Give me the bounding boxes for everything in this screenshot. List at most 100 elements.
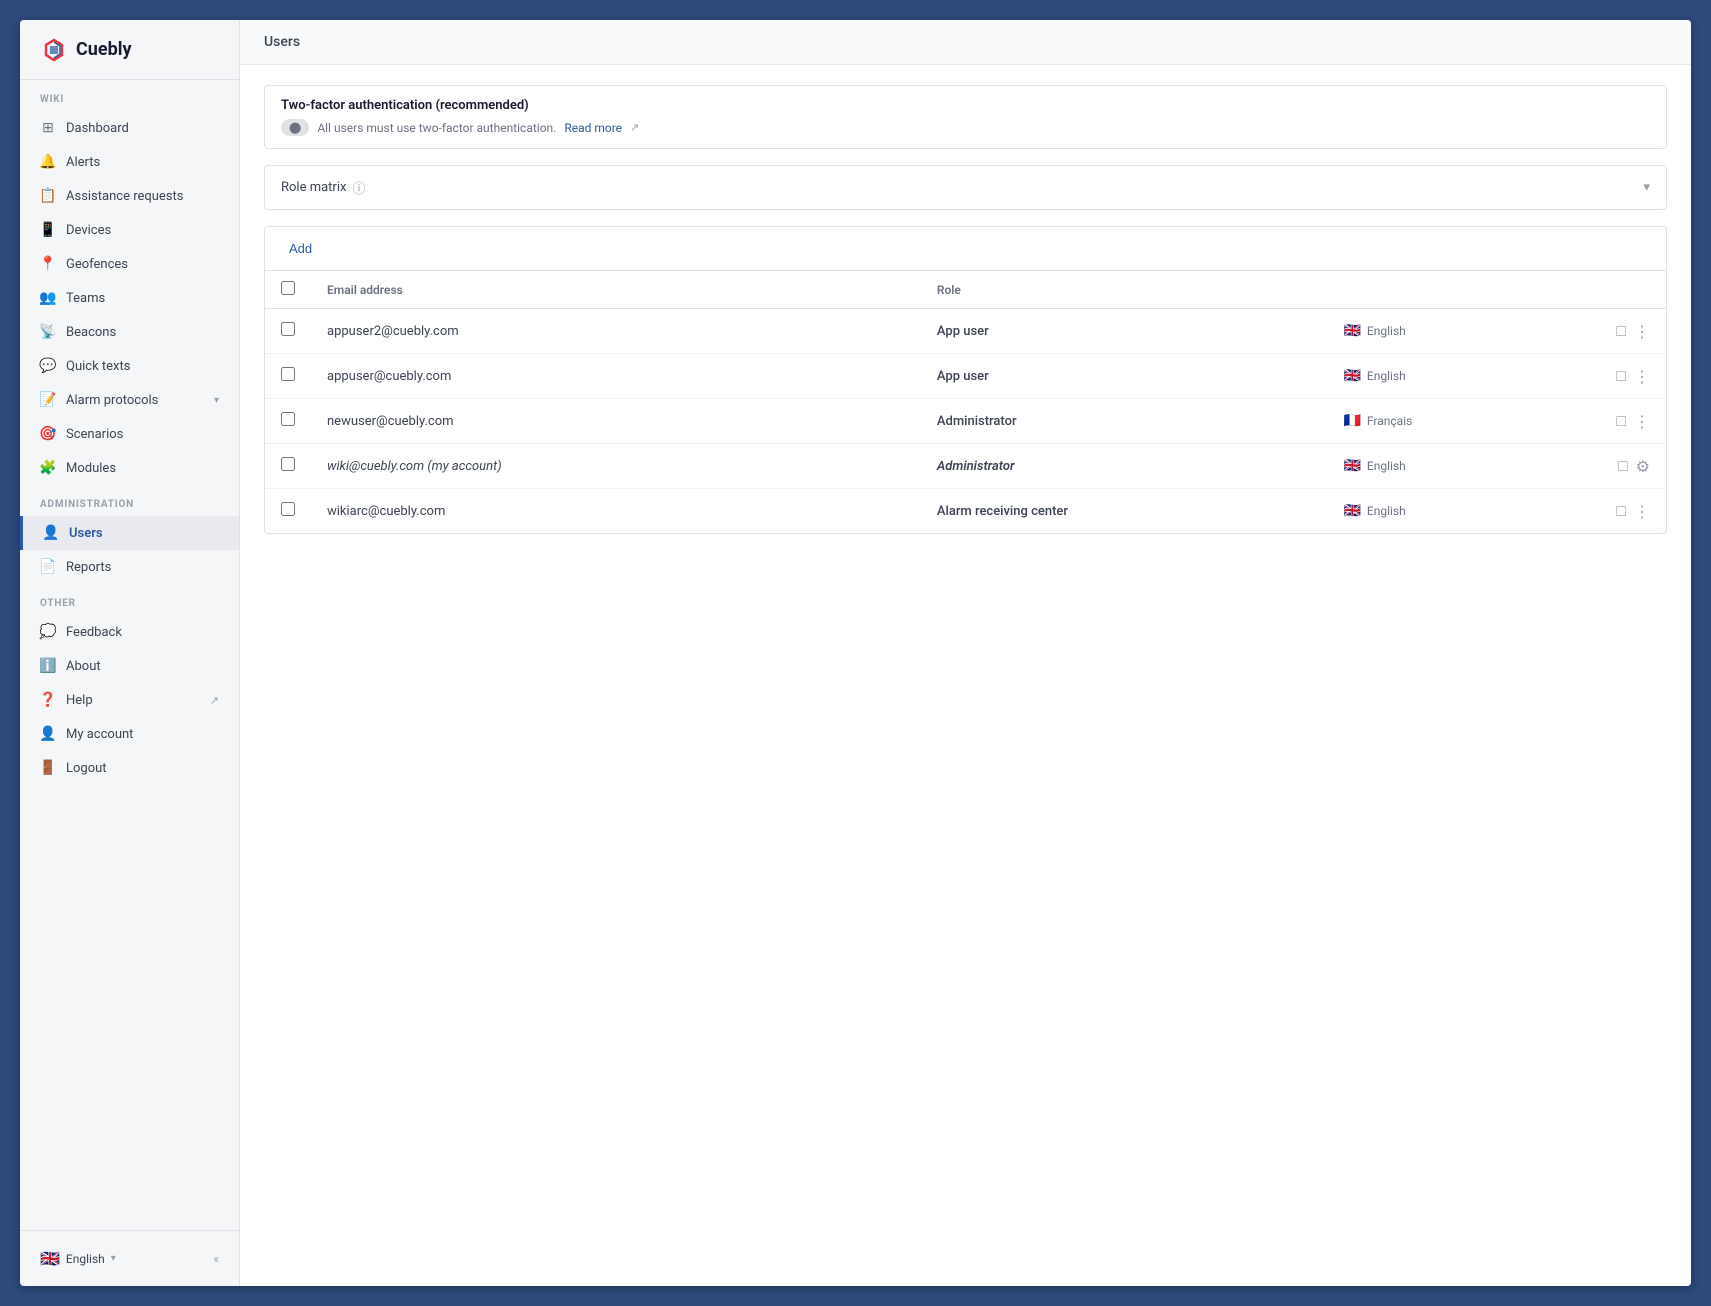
alerts-icon: 🔔: [40, 154, 56, 170]
user-lang-text-2: Français: [1367, 414, 1412, 428]
sidebar-item-my-account[interactable]: 👤My account: [20, 717, 239, 751]
twofa-read-more-link[interactable]: Read more: [564, 121, 622, 135]
alarm-protocols-arrow-icon: ▾: [214, 395, 219, 406]
sidebar-item-dashboard[interactable]: ⊞ Dashboard: [20, 111, 239, 145]
user-actions-0: □⋮: [1532, 309, 1666, 354]
table-row: newuser@cuebly.comAdministrator🇫🇷Françai…: [265, 399, 1666, 444]
add-user-button[interactable]: Add: [281, 237, 320, 260]
table-row: appuser2@cuebly.comApp user🇬🇧English□⋮: [265, 309, 1666, 354]
sidebar-item-alarm-protocols[interactable]: 📝Alarm protocols▾: [20, 383, 239, 417]
role-matrix-label: Role matrix ⓘ: [281, 178, 365, 197]
user-mobile-icon-1[interactable]: □: [1616, 366, 1626, 386]
role-matrix-text: Role matrix: [281, 180, 346, 195]
user-checkbox-2[interactable]: [281, 412, 295, 426]
user-actions-4: □⋮: [1532, 489, 1666, 534]
users-table: Email address Role appuser2@cuebly.comAp…: [265, 271, 1666, 533]
user-mobile-icon-0[interactable]: □: [1616, 321, 1626, 341]
sidebar-item-beacons[interactable]: 📡 Beacons: [20, 315, 239, 349]
sidebar-item-devices[interactable]: 📱 Devices: [20, 213, 239, 247]
role-matrix-row[interactable]: Role matrix ⓘ ▾: [264, 165, 1667, 210]
devices-icon: 📱: [40, 222, 56, 238]
reports-icon: 📄: [40, 559, 56, 575]
user-flag-3: 🇬🇧: [1343, 458, 1360, 474]
modules-icon: 🧩: [40, 460, 56, 476]
user-mobile-icon-2[interactable]: □: [1616, 411, 1626, 431]
sidebar-item-label-reports: Reports: [66, 560, 111, 575]
sidebar-item-logout[interactable]: 🚪Logout: [20, 751, 239, 785]
user-more-icon-4[interactable]: ⋮: [1634, 502, 1650, 521]
user-checkbox-3[interactable]: [281, 457, 295, 471]
user-more-icon-1[interactable]: ⋮: [1634, 367, 1650, 386]
user-actions-3: □⚙: [1532, 444, 1666, 489]
teams-icon: 👥: [40, 290, 56, 306]
user-checkbox-1[interactable]: [281, 367, 295, 381]
user-settings-icon-3[interactable]: ⚙: [1636, 457, 1650, 476]
quick-texts-icon: 💬: [40, 358, 56, 374]
user-email-4: wikiarc@cuebly.com: [311, 489, 921, 534]
sidebar-item-modules[interactable]: 🧩 Modules: [20, 451, 239, 485]
user-flag-4: 🇬🇧: [1343, 503, 1360, 519]
sidebar-item-label-feedback: Feedback: [66, 625, 122, 640]
user-lang-3: 🇬🇧English: [1327, 444, 1532, 489]
user-actions-2: □⋮: [1532, 399, 1666, 444]
user-checkbox-4[interactable]: [281, 502, 295, 516]
sidebar-item-reports[interactable]: 📄 Reports: [20, 550, 239, 584]
table-header: Email address Role: [265, 271, 1666, 309]
user-more-icon-0[interactable]: ⋮: [1634, 322, 1650, 341]
language-selector[interactable]: 🇬🇧 English ▾ «: [20, 1241, 239, 1276]
user-lang-1: 🇬🇧English: [1327, 354, 1532, 399]
sidebar-item-geofences[interactable]: 📍Geofences: [20, 247, 239, 281]
dashboard-icon: ⊞: [40, 120, 56, 136]
user-role-4: Alarm receiving center: [921, 489, 1328, 534]
sidebar-item-feedback[interactable]: 💭 Feedback: [20, 615, 239, 649]
sidebar-item-assistance-requests[interactable]: 📋Assistance requests: [20, 179, 239, 213]
sidebar-collapse-icon[interactable]: «: [213, 1252, 219, 1266]
sidebar-item-label-devices: Devices: [66, 223, 111, 238]
select-all-checkbox[interactable]: [281, 281, 295, 295]
user-mobile-icon-4[interactable]: □: [1616, 501, 1626, 521]
app-name: Cuebly: [76, 39, 132, 60]
user-flag-0: 🇬🇧: [1343, 323, 1360, 339]
user-mobile-icon-3[interactable]: □: [1618, 456, 1628, 476]
sidebar-item-alerts[interactable]: 🔔Alerts: [20, 145, 239, 179]
page-title: Users: [264, 34, 300, 50]
language-label: English: [66, 1252, 105, 1266]
sidebar-item-label-dashboard: Dashboard: [66, 121, 129, 136]
user-checkbox-cell-0: [265, 309, 311, 354]
user-role-3: Administrator: [921, 444, 1328, 489]
sidebar-item-label-help: Help: [66, 693, 93, 708]
sidebar-item-about[interactable]: ℹ️About: [20, 649, 239, 683]
user-more-icon-2[interactable]: ⋮: [1634, 412, 1650, 431]
user-checkbox-0[interactable]: [281, 322, 295, 336]
th-email: Email address: [311, 271, 921, 309]
sidebar-item-help[interactable]: ❓Help↗: [20, 683, 239, 717]
logo: Cuebly: [20, 20, 239, 80]
user-role-1: App user: [921, 354, 1328, 399]
page-header: Users: [240, 20, 1691, 65]
sidebar-bottom: 🇬🇧 English ▾ «: [20, 1230, 239, 1286]
th-select-all: [265, 271, 311, 309]
twofa-description: ⬤ All users must use two-factor authenti…: [281, 119, 1650, 136]
logout-icon: 🚪: [40, 760, 56, 776]
sidebar-item-label-beacons: Beacons: [66, 325, 116, 340]
table-row: appuser@cuebly.comApp user🇬🇧English□⋮: [265, 354, 1666, 399]
sidebar-item-scenarios[interactable]: 🎯Scenarios: [20, 417, 239, 451]
sidebar-item-teams[interactable]: 👥Teams: [20, 281, 239, 315]
user-lang-2: 🇫🇷Français: [1327, 399, 1532, 444]
user-flag-1: 🇬🇧: [1343, 368, 1360, 384]
sidebar-item-label-modules: Modules: [66, 461, 116, 476]
twofa-title: Two-factor authentication (recommended): [281, 98, 1650, 113]
twofa-badge: ⬤: [281, 119, 309, 136]
table-row: wiki@cuebly.com (my account)Administrato…: [265, 444, 1666, 489]
sidebar-section-other: OTHER: [20, 584, 239, 615]
feedback-icon: 💭: [40, 624, 56, 640]
help-external-icon: ↗: [210, 694, 219, 707]
about-icon: ℹ️: [40, 658, 56, 674]
sidebar-item-label-alarm-protocols: Alarm protocols: [66, 393, 158, 408]
beacons-icon: 📡: [40, 324, 56, 340]
th-actions: [1532, 271, 1666, 309]
user-email-0: appuser2@cuebly.com: [311, 309, 921, 354]
sidebar-item-quick-texts[interactable]: 💬Quick texts: [20, 349, 239, 383]
user-checkbox-cell-2: [265, 399, 311, 444]
sidebar-item-users[interactable]: 👤Users: [20, 516, 239, 550]
